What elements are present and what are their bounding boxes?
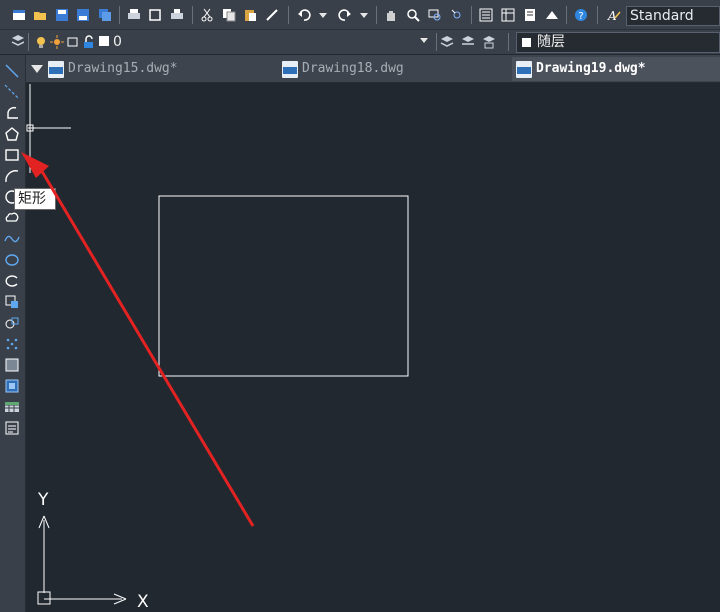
annotation-arrow <box>21 152 255 527</box>
